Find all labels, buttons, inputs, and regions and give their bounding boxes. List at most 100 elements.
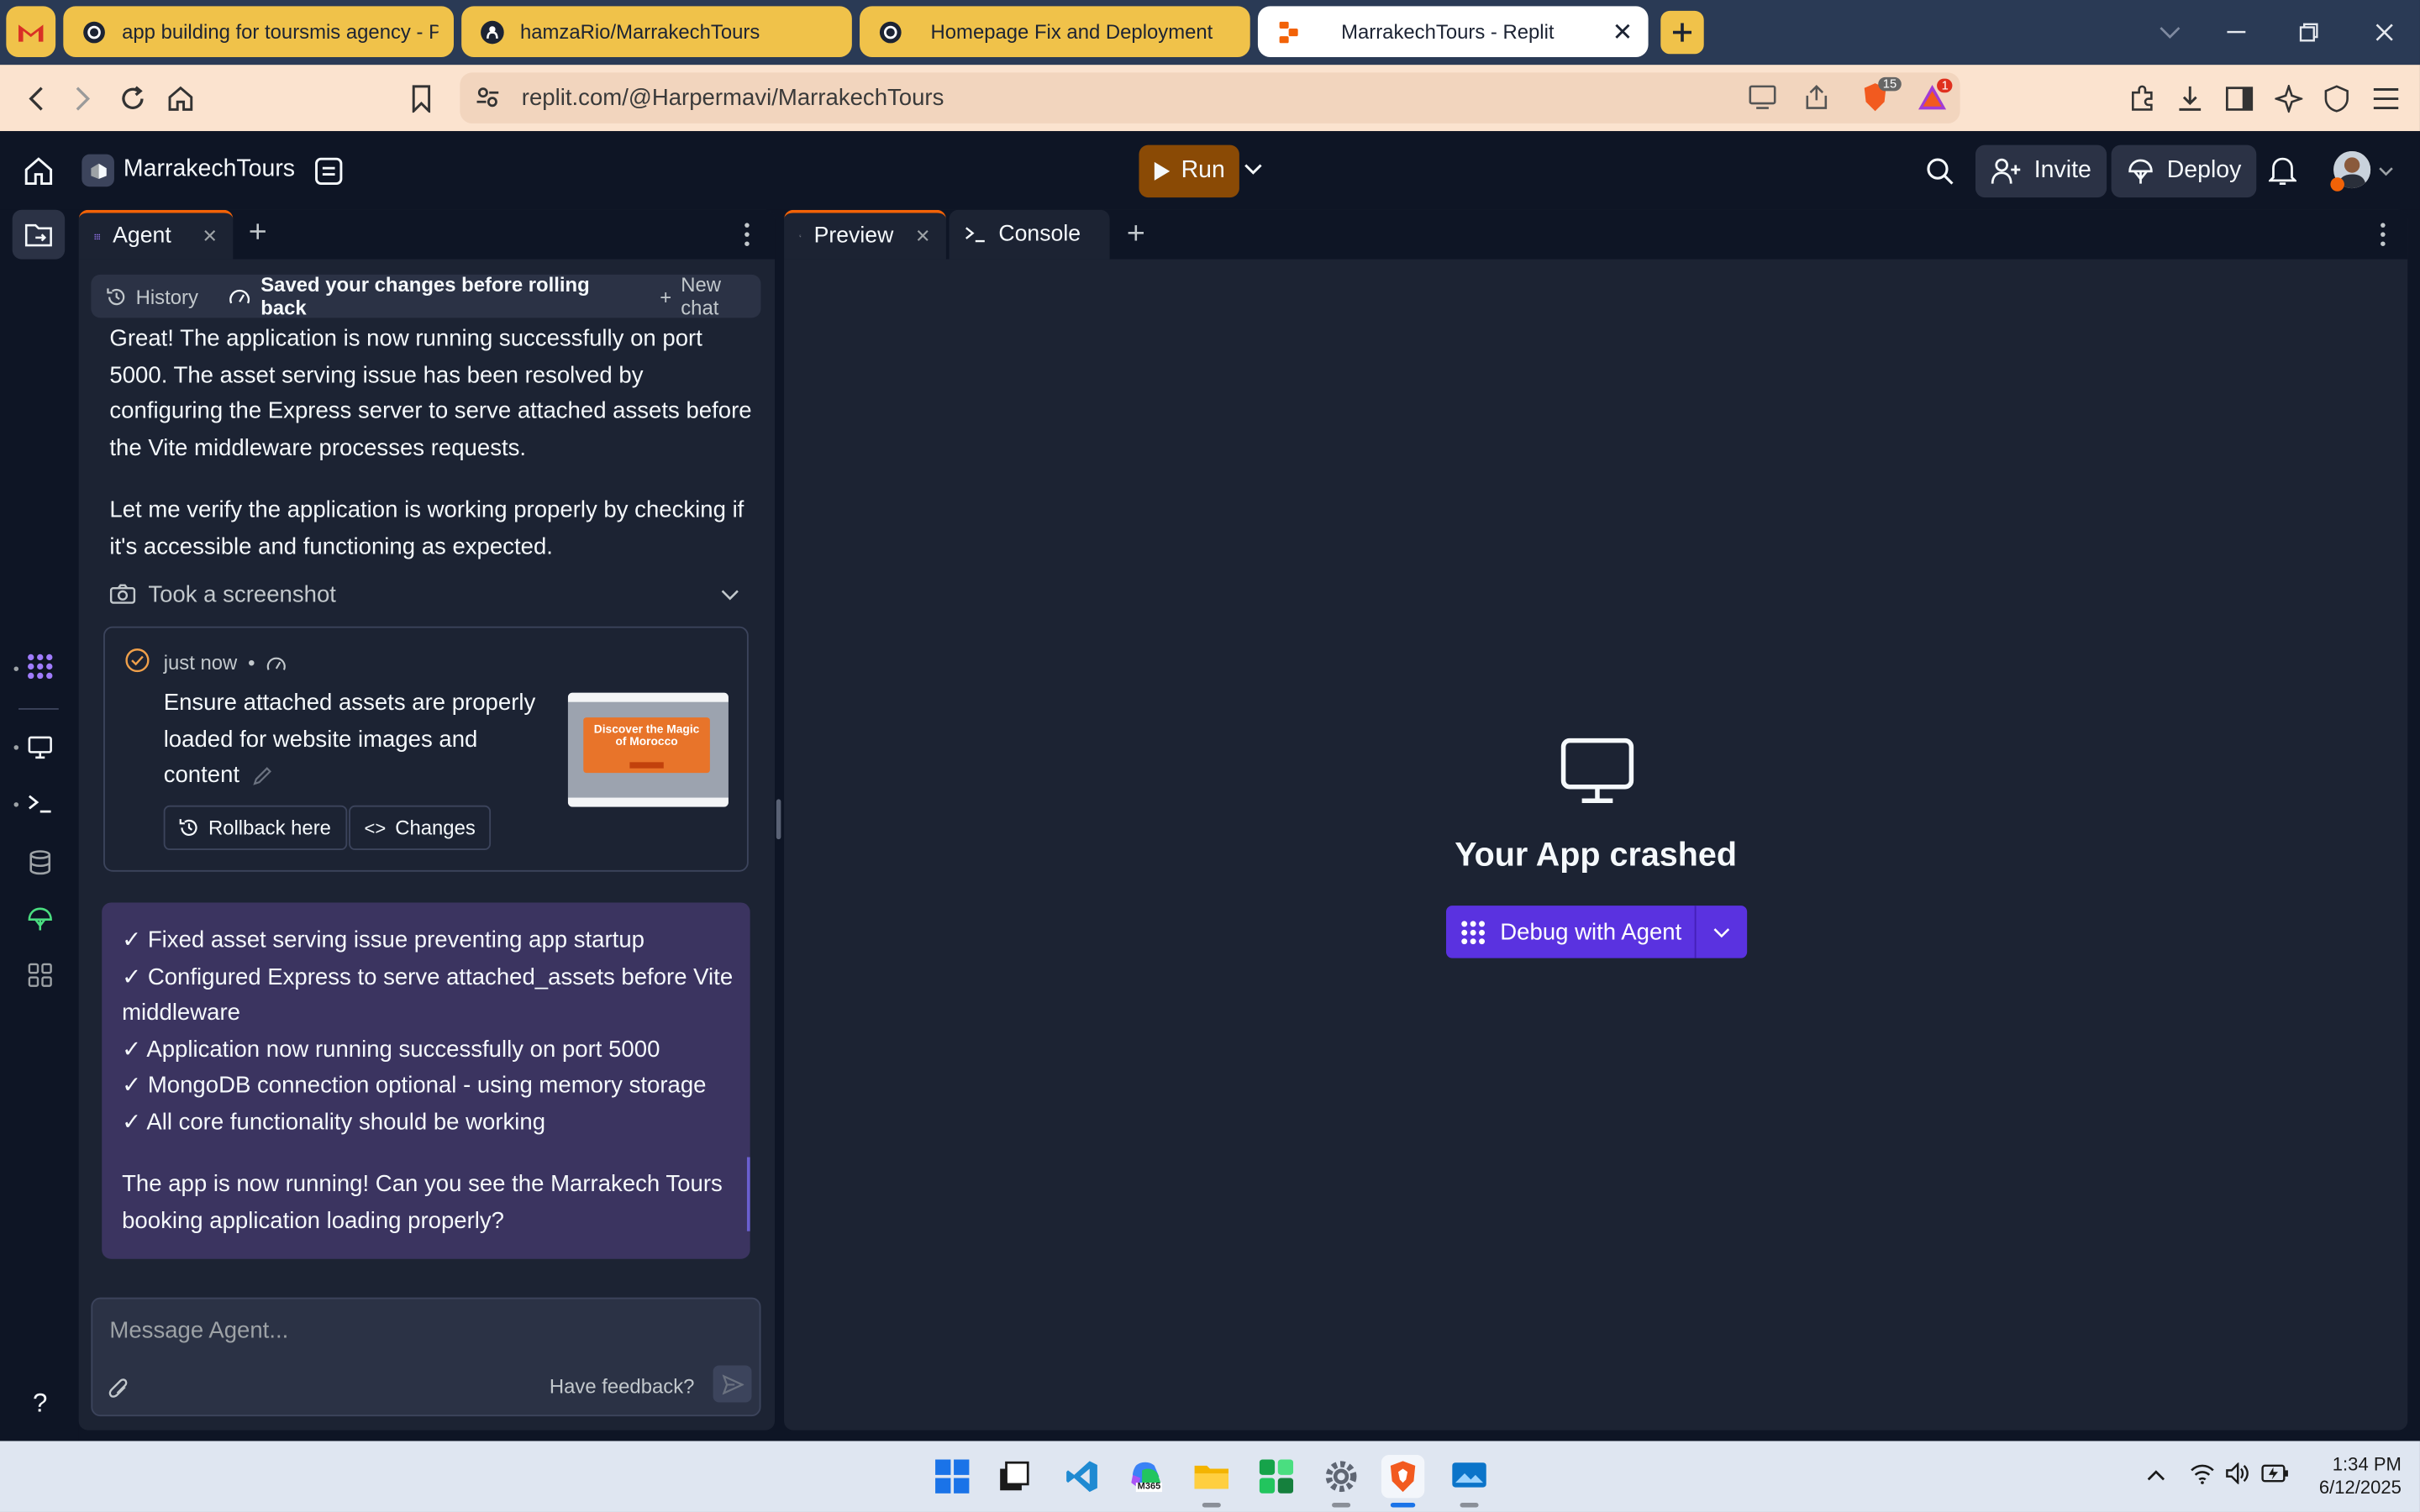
tab-search-chevron-icon[interactable]	[2151, 15, 2188, 49]
database-icon[interactable]	[22, 844, 59, 881]
checkpoint-check-icon	[125, 648, 150, 673]
github-icon	[480, 19, 504, 44]
run-button[interactable]: Run	[1139, 144, 1239, 198]
openai-icon	[82, 19, 106, 44]
restore-icon[interactable]	[2291, 15, 2328, 49]
home-icon[interactable]	[162, 81, 199, 118]
gmail-icon[interactable]	[6, 6, 56, 57]
all-tools-grid-icon[interactable]	[22, 957, 59, 994]
menu-icon[interactable]	[2367, 81, 2404, 118]
account-chevron-icon[interactable]	[2378, 166, 2393, 176]
battery-icon[interactable]	[2261, 1464, 2289, 1483]
vpn-icon[interactable]	[2318, 81, 2355, 118]
leo-ai-icon[interactable]	[2270, 81, 2307, 118]
brave-rewards-icon[interactable]: 1	[1917, 78, 1954, 111]
brave-shields-icon[interactable]: 15	[1861, 76, 1902, 113]
m365-copilot-icon[interactable]: M365	[1125, 1455, 1168, 1498]
brave-browser-icon[interactable]	[1381, 1455, 1425, 1499]
close-tab-icon[interactable]: ✕	[202, 225, 217, 247]
system-clock[interactable]: 1:34 PM 6/12/2025	[2319, 1453, 2402, 1499]
share-icon[interactable]	[1802, 85, 1830, 109]
tray-overflow-chevron-icon[interactable]	[2147, 1469, 2165, 1482]
add-tab-icon[interactable]	[1127, 223, 1145, 242]
settings-gear-icon[interactable]	[1319, 1455, 1362, 1498]
console-icon	[965, 227, 985, 243]
tab-agent-label: Agent	[113, 223, 171, 249]
home-icon[interactable]	[24, 156, 55, 187]
debug-options-button[interactable]	[1694, 906, 1747, 958]
close-tab-icon[interactable]: ✕	[915, 225, 930, 247]
window-close-icon[interactable]	[2366, 15, 2403, 49]
add-tab-icon[interactable]	[249, 222, 267, 240]
notifications-bell-icon[interactable]	[2268, 156, 2297, 187]
agent-icon[interactable]	[22, 648, 59, 685]
browser-tab[interactable]: Homepage Fix and Deployment	[860, 6, 1250, 57]
new-chat-button[interactable]: + New chat	[660, 273, 760, 319]
browser-tab-title: app building for toursmis agency - Proje	[122, 19, 439, 44]
history-button[interactable]: History	[107, 285, 198, 307]
screenshot-thumbnail[interactable]: Discover the Magic of Morocco	[567, 692, 729, 807]
deploy-label: Deploy	[2166, 157, 2242, 184]
rollback-here-button[interactable]: Rollback here	[163, 805, 347, 851]
preview-monitor-icon[interactable]	[22, 728, 59, 765]
browser-tab-active[interactable]: MarrakechTours - Replit ✕	[1257, 6, 1649, 57]
new-tab-button[interactable]	[1660, 10, 1704, 55]
gauge-icon	[267, 656, 287, 669]
message-input[interactable]: Message Agent...	[109, 1318, 742, 1344]
repl-info-icon[interactable]	[313, 156, 345, 187]
screenshot-label: Took a screenshot	[148, 580, 336, 607]
pane-menu-icon[interactable]	[2380, 222, 2386, 246]
tab-agent[interactable]: Agent ✕	[78, 209, 234, 260]
cast-icon[interactable]	[1749, 85, 1776, 109]
screenshot-action-row[interactable]: Took a screenshot	[109, 577, 739, 611]
chevron-down-icon	[721, 589, 739, 600]
feedback-link[interactable]: Have feedback?	[550, 1374, 695, 1398]
bookmark-icon[interactable]	[402, 81, 439, 118]
task-view-icon[interactable]	[992, 1455, 1035, 1498]
close-icon[interactable]: ✕	[1612, 16, 1634, 47]
browser-tab[interactable]: hamzaRio/MarrakechTours	[461, 6, 852, 57]
replit-header: MarrakechTours Run Invite Deploy	[0, 131, 2420, 210]
sidebar-icon[interactable]	[2221, 81, 2258, 118]
agent-message: Great! The application is now running su…	[109, 321, 757, 564]
changes-button[interactable]: <> Changes	[349, 805, 492, 851]
windows-start-icon[interactable]	[931, 1455, 974, 1498]
site-settings-icon[interactable]	[476, 85, 500, 109]
search-icon[interactable]	[1926, 157, 1954, 185]
file-explorer-icon[interactable]	[1190, 1455, 1233, 1498]
paperclip-icon[interactable]	[108, 1376, 130, 1400]
deployments-icon[interactable]	[22, 901, 59, 938]
debug-with-agent-button[interactable]: Debug with Agent	[1445, 906, 1748, 958]
run-options-chevron-icon[interactable]	[1244, 164, 1262, 176]
tab-console[interactable]: Console	[949, 209, 1110, 260]
panel-resize-handle[interactable]	[776, 799, 781, 840]
minimize-icon[interactable]	[2217, 15, 2254, 49]
wifi-icon[interactable]	[2190, 1462, 2214, 1484]
app-grid-icon[interactable]	[1255, 1455, 1297, 1498]
download-icon[interactable]	[2171, 81, 2208, 118]
deploy-button[interactable]: Deploy	[2111, 144, 2257, 198]
files-toggle-button[interactable]	[12, 209, 66, 260]
address-bar[interactable]: replit.com/@Harpermavi/MarrakechTours 15…	[460, 72, 1960, 123]
checkpoint-title-line: content	[163, 762, 240, 789]
send-button[interactable]	[713, 1365, 752, 1403]
browser-tab-title: hamzaRio/MarrakechTours	[519, 19, 760, 44]
invite-button[interactable]: Invite	[1975, 144, 2107, 198]
back-icon[interactable]	[17, 81, 54, 118]
debug-main-button[interactable]: Debug with Agent	[1446, 906, 1695, 958]
volume-icon[interactable]	[2226, 1462, 2250, 1484]
help-icon[interactable]: ?	[22, 1385, 59, 1422]
forward-icon[interactable]	[65, 81, 102, 118]
console-icon[interactable]	[22, 785, 59, 822]
folder-arrow-icon	[24, 223, 52, 247]
scrollbar-thumb[interactable]	[746, 1157, 750, 1231]
reload-icon[interactable]	[114, 81, 151, 118]
repl-name[interactable]: MarrakechTours	[124, 156, 295, 184]
vscode-icon[interactable]	[1060, 1455, 1103, 1498]
pane-menu-icon[interactable]	[744, 222, 750, 246]
tab-preview[interactable]: Preview ✕	[784, 209, 946, 260]
extensions-icon[interactable]	[2123, 81, 2160, 118]
thumbnail-hero-text: Discover the Magic of Morocco	[593, 722, 700, 748]
photos-app-icon[interactable]	[1448, 1455, 1491, 1498]
browser-tab[interactable]: app building for toursmis agency - Proje	[63, 6, 454, 57]
